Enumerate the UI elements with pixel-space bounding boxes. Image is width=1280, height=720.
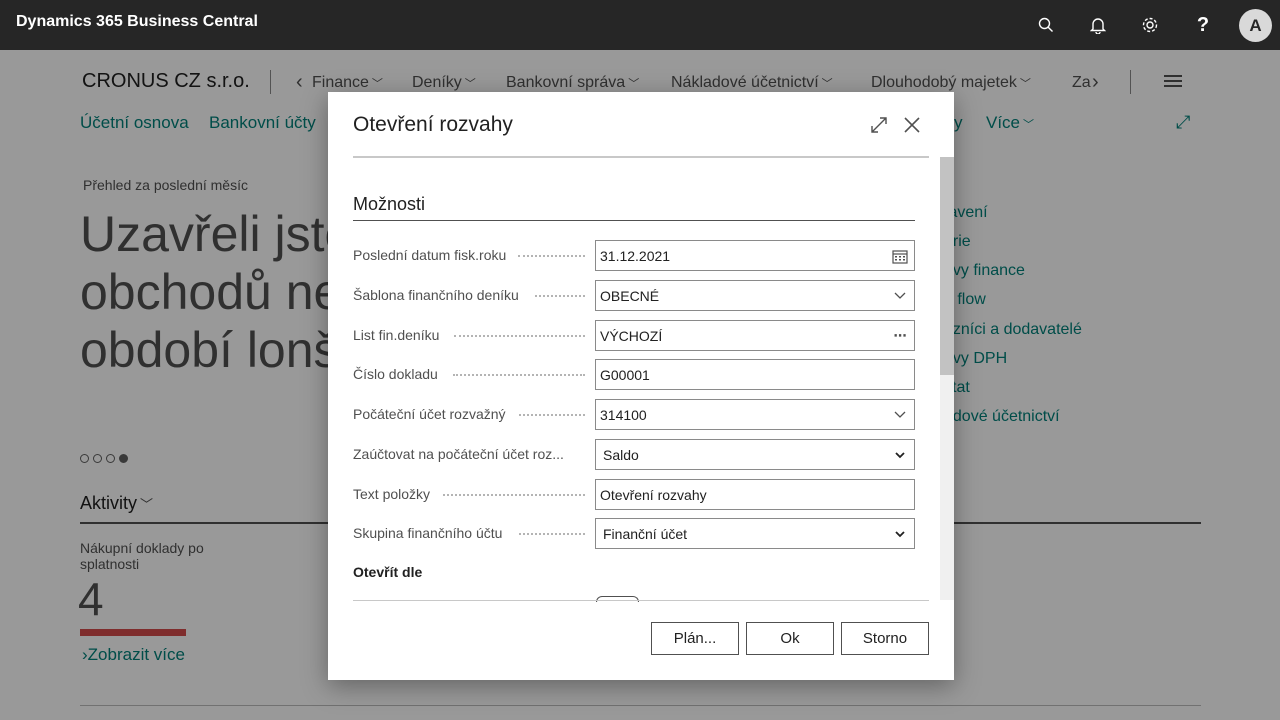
field-row-entry-text: Text položky Otevření rozvahy <box>353 479 915 510</box>
app-title[interactable]: Dynamics 365 Business Central <box>16 13 258 31</box>
chevron-down-icon[interactable] <box>892 288 908 304</box>
leader-dots <box>535 295 585 297</box>
opening-account-dropdown[interactable]: 314100 <box>595 399 915 430</box>
field-label: Skupina finančního účtu <box>353 525 503 541</box>
leader-dots <box>519 414 585 416</box>
expand-icon[interactable] <box>866 112 892 138</box>
document-no-input[interactable]: G00001 <box>595 359 915 390</box>
top-bar: Dynamics 365 Business Central ? A <box>0 0 1280 50</box>
field-label: Počáteční účet rozvažný <box>353 406 506 422</box>
leader-dots <box>443 494 585 496</box>
help-icon[interactable]: ? <box>1191 13 1215 37</box>
section-title[interactable]: Možnosti <box>353 194 425 215</box>
field-label: List fin.deníku <box>353 327 440 343</box>
scrollbar-thumb[interactable] <box>940 157 954 375</box>
chevron-down-icon[interactable] <box>892 407 908 423</box>
field-label: Zaúčtovat na počáteční účet roz... <box>353 446 564 462</box>
journal-batch-lookup[interactable]: VÝCHOZÍ ⋯ <box>595 320 915 351</box>
entry-text-input[interactable]: Otevření rozvahy <box>595 479 915 510</box>
gear-icon[interactable] <box>1138 13 1162 37</box>
dialog-title: Otevření rozvahy <box>353 113 513 136</box>
leader-dots <box>519 533 585 535</box>
cancel-button[interactable]: Storno <box>841 622 929 655</box>
field-row-journal-batch: List fin.deníku VÝCHOZÍ ⋯ <box>353 320 915 351</box>
ellipsis-icon[interactable]: ⋯ <box>892 328 908 344</box>
field-row-document-no: Číslo dokladu G00001 <box>353 359 915 390</box>
field-row-gl-account-group: Skupina finančního účtu Finanční účet <box>353 518 915 549</box>
field-row-opening-account: Počáteční účet rozvažný 314100 <box>353 399 915 430</box>
select-arrow-icon[interactable] <box>892 526 908 542</box>
open-by-subheader: Otevřít dle <box>353 564 423 580</box>
close-icon[interactable] <box>899 112 925 138</box>
field-label: Číslo dokladu <box>353 366 438 382</box>
dialog: Otevření rozvahy Možnosti Poslední datum… <box>328 92 954 680</box>
date-field[interactable]: 31.12.2021 <box>595 240 915 271</box>
divider <box>353 156 929 158</box>
leader-dots <box>453 374 585 376</box>
field-row-journal-template: Šablona finančního deníku OBECNÉ <box>353 280 915 311</box>
field-row-post-to-opening-account: Zaúčtovat na počáteční účet roz... Saldo <box>353 439 915 470</box>
select-arrow-icon[interactable] <box>892 447 908 463</box>
field-row-fiscal-year-end: Poslední datum fisk.roku 31.12.2021 <box>353 240 915 271</box>
field-label: Text položky <box>353 486 431 502</box>
calendar-icon[interactable] <box>892 248 908 264</box>
leader-dots <box>518 255 585 257</box>
gl-account-group-select[interactable]: Finanční účet <box>595 518 915 549</box>
divider <box>353 220 915 221</box>
bell-icon[interactable] <box>1086 13 1110 37</box>
journal-template-dropdown[interactable]: OBECNÉ <box>595 280 915 311</box>
post-to-opening-account-select[interactable]: Saldo <box>595 439 915 470</box>
leader-dots <box>454 335 585 337</box>
avatar[interactable]: A <box>1239 9 1272 42</box>
search-icon[interactable] <box>1034 13 1058 37</box>
field-label: Šablona finančního deníku <box>353 287 519 303</box>
schedule-button[interactable]: Plán... <box>651 622 739 655</box>
field-label: Poslední datum fisk.roku <box>353 247 507 263</box>
toggle-switch[interactable] <box>596 596 639 602</box>
divider <box>353 600 929 601</box>
ok-button[interactable]: Ok <box>746 622 834 655</box>
